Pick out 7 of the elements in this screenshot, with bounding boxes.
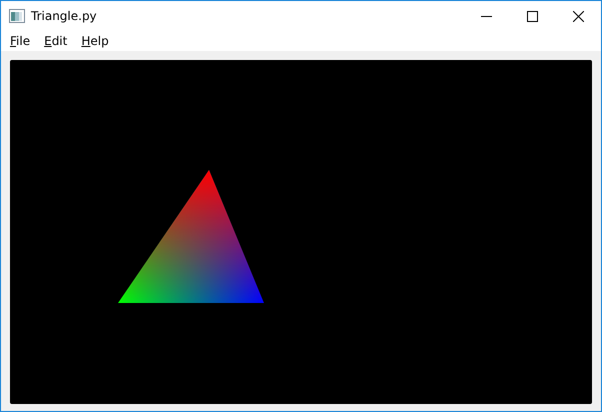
- maximize-icon: [526, 10, 538, 22]
- menu-item[interactable]: Help: [74, 34, 116, 48]
- menu-item[interactable]: File: [3, 34, 38, 48]
- menu-item[interactable]: Edit: [37, 34, 74, 48]
- close-icon: [572, 10, 584, 22]
- app-window-icon: [9, 9, 25, 23]
- window-title: Triangle.py: [31, 9, 97, 23]
